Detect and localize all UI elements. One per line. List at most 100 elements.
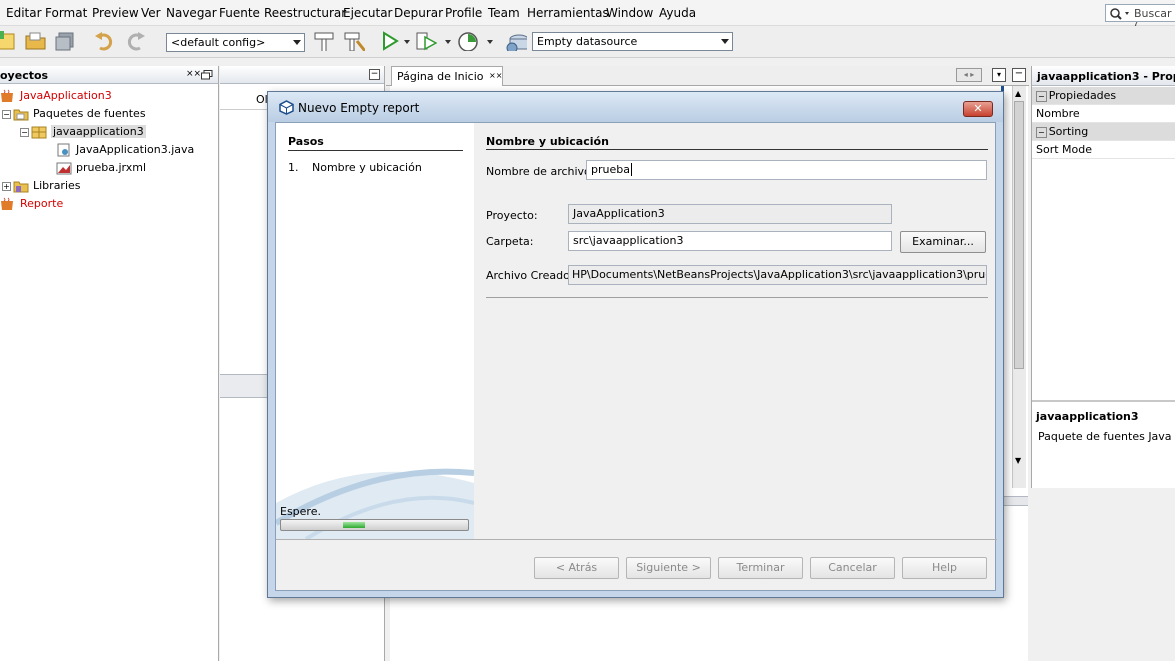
step-number: 1. xyxy=(288,161,299,174)
file-name-value: prueba xyxy=(591,163,630,176)
form-separator xyxy=(486,297,988,298)
back-button[interactable]: < Atrás xyxy=(534,557,619,579)
section-title: Nombre y ubicación xyxy=(486,135,609,148)
collapse-icon[interactable]: − xyxy=(2,109,11,119)
section-sorting[interactable]: − Sorting xyxy=(1032,123,1175,141)
java-file-icon xyxy=(57,143,70,157)
menu-ver[interactable]: Ver xyxy=(141,6,161,20)
tree-project-javaapplication3[interactable]: JavaApplication3 xyxy=(0,88,112,104)
description-text: Paquete de fuentes Java (ja xyxy=(1038,430,1175,443)
build-hammer-icon[interactable] xyxy=(313,31,335,51)
property-row-nombre[interactable]: Nombre xyxy=(1032,105,1175,123)
tree-file-javaapplication3-java[interactable]: JavaApplication3.java xyxy=(56,142,194,158)
menu-editar[interactable]: Editar xyxy=(6,6,42,20)
menu-ejecutar[interactable]: Ejecutar xyxy=(343,6,393,20)
projects-panel-title: oyectos xyxy=(0,69,49,82)
project-cup-icon xyxy=(1,89,13,102)
dialog-titlebar[interactable]: Nuevo Empty report ✕ xyxy=(268,92,1003,122)
file-name-label: Nombre de archivo: xyxy=(486,165,595,178)
file-name-input[interactable]: prueba xyxy=(586,160,987,180)
tree-package-javaapplication3[interactable]: − javaapplication3 xyxy=(20,124,146,140)
navigator-header: − xyxy=(220,66,384,84)
datasource-icon[interactable] xyxy=(505,31,527,51)
tree-label: Libraries xyxy=(33,179,81,192)
editor-tab-bar: Página de Inicio ⨯⨯ ◂ ▸ ▾ − xyxy=(386,66,1029,86)
created-file-label: Archivo Creado: xyxy=(486,269,574,282)
tree-label: Paquetes de fuentes xyxy=(33,107,146,120)
scroll-down-icon[interactable]: ▼ xyxy=(1015,456,1021,465)
properties-title: javaapplication3 - Propert xyxy=(1037,70,1175,83)
tree-source-packages[interactable]: − Paquetes de fuentes xyxy=(2,106,146,122)
open-project-icon[interactable] xyxy=(24,31,46,51)
profile-icon[interactable] xyxy=(457,31,479,51)
project-field: JavaApplication3 xyxy=(568,204,892,224)
tab-list-icon[interactable]: ▾ xyxy=(992,68,1006,82)
debug-icon[interactable] xyxy=(415,31,437,51)
expand-icon[interactable]: + xyxy=(2,181,11,191)
tree-label: javaapplication3 xyxy=(51,125,146,138)
libraries-folder-icon xyxy=(13,181,29,193)
tree-label: JavaApplication3 xyxy=(20,89,112,102)
netbeans-cube-icon xyxy=(279,100,294,115)
run-dropdown-icon[interactable] xyxy=(404,40,410,44)
menu-ayuda[interactable]: Ayuda xyxy=(659,6,696,20)
tab-pagina-de-inicio[interactable]: Página de Inicio ⨯⨯ xyxy=(391,66,503,86)
menu-depurar[interactable]: Depurar xyxy=(394,6,443,20)
progress-indicator xyxy=(343,522,365,528)
tab-scroll-icon[interactable]: ◂ ▸ xyxy=(956,68,982,82)
finish-button[interactable]: Terminar xyxy=(718,557,803,579)
save-all-icon[interactable] xyxy=(55,31,77,51)
minimize-icon[interactable]: − xyxy=(369,69,380,80)
minimize-icon[interactable]: − xyxy=(1012,68,1026,82)
next-button[interactable]: Siguiente > xyxy=(626,557,711,579)
clean-build-icon[interactable] xyxy=(343,31,365,51)
scrollbar-thumb[interactable] xyxy=(1014,101,1024,369)
datasource-select[interactable]: Empty datasource xyxy=(532,32,733,51)
menu-preview[interactable]: Preview xyxy=(92,6,139,20)
close-tab-icon[interactable]: ⨯⨯ xyxy=(489,71,502,80)
menu-navegar[interactable]: Navegar xyxy=(166,6,217,20)
menu-format[interactable]: Format xyxy=(45,6,87,20)
redo-icon[interactable] xyxy=(124,31,146,51)
new-file-icon[interactable] xyxy=(0,31,18,51)
search-input[interactable]: Buscar ( xyxy=(1105,4,1175,33)
steps-underline xyxy=(288,150,463,151)
chevron-down-icon xyxy=(293,40,301,45)
cancel-button[interactable]: Cancelar xyxy=(810,557,895,579)
menu-window[interactable]: Window xyxy=(606,6,653,20)
config-select[interactable]: <default config> xyxy=(166,33,305,52)
step-label: Nombre y ubicación xyxy=(312,161,422,174)
undo-icon[interactable] xyxy=(94,31,116,51)
property-row-sort-mode[interactable]: Sort Mode xyxy=(1032,141,1175,159)
dialog-close-button[interactable]: ✕ xyxy=(963,101,993,117)
help-button[interactable]: Help xyxy=(902,557,987,579)
tree-project-reporte[interactable]: Reporte xyxy=(0,196,63,212)
description-title: javaapplication3 xyxy=(1036,410,1139,423)
run-icon[interactable] xyxy=(380,31,402,51)
scroll-up-icon[interactable]: ▲ xyxy=(1015,89,1021,98)
close-panel-icon[interactable]: ⨯⨯ xyxy=(186,69,201,79)
steps-title: Pasos xyxy=(288,135,324,148)
menu-profile[interactable]: Profile xyxy=(445,6,482,20)
project-label: Proyecto: xyxy=(486,209,538,222)
section-underline xyxy=(486,149,988,150)
menu-fuente[interactable]: Fuente xyxy=(219,6,260,20)
restore-window-icon[interactable] xyxy=(201,70,213,80)
debug-dropdown-icon[interactable] xyxy=(445,40,451,44)
tree-libraries[interactable]: + Libraries xyxy=(2,178,81,194)
editor-vertical-scrollbar[interactable]: ▲ ▼ xyxy=(1012,86,1026,488)
folder-input[interactable]: src\javaapplication3 xyxy=(568,231,892,251)
profile-dropdown-icon[interactable] xyxy=(487,40,493,44)
menu-team[interactable]: Team xyxy=(488,6,520,20)
tree-file-prueba-jrxml[interactable]: prueba.jrxml xyxy=(56,160,146,176)
buttons-separator xyxy=(276,539,997,540)
menu-reestructurar[interactable]: Reestructurar xyxy=(264,6,346,20)
section-propiedades[interactable]: − Propiedades xyxy=(1032,87,1175,105)
properties-divider xyxy=(1032,400,1175,402)
collapse-icon[interactable]: − xyxy=(20,127,29,137)
menu-herramientas[interactable]: Herramientas xyxy=(527,6,609,20)
search-icon xyxy=(1110,8,1129,20)
navigator-column-label: Ol xyxy=(256,93,268,106)
tree-label: Reporte xyxy=(20,197,64,210)
browse-button[interactable]: Examinar... xyxy=(900,231,986,253)
